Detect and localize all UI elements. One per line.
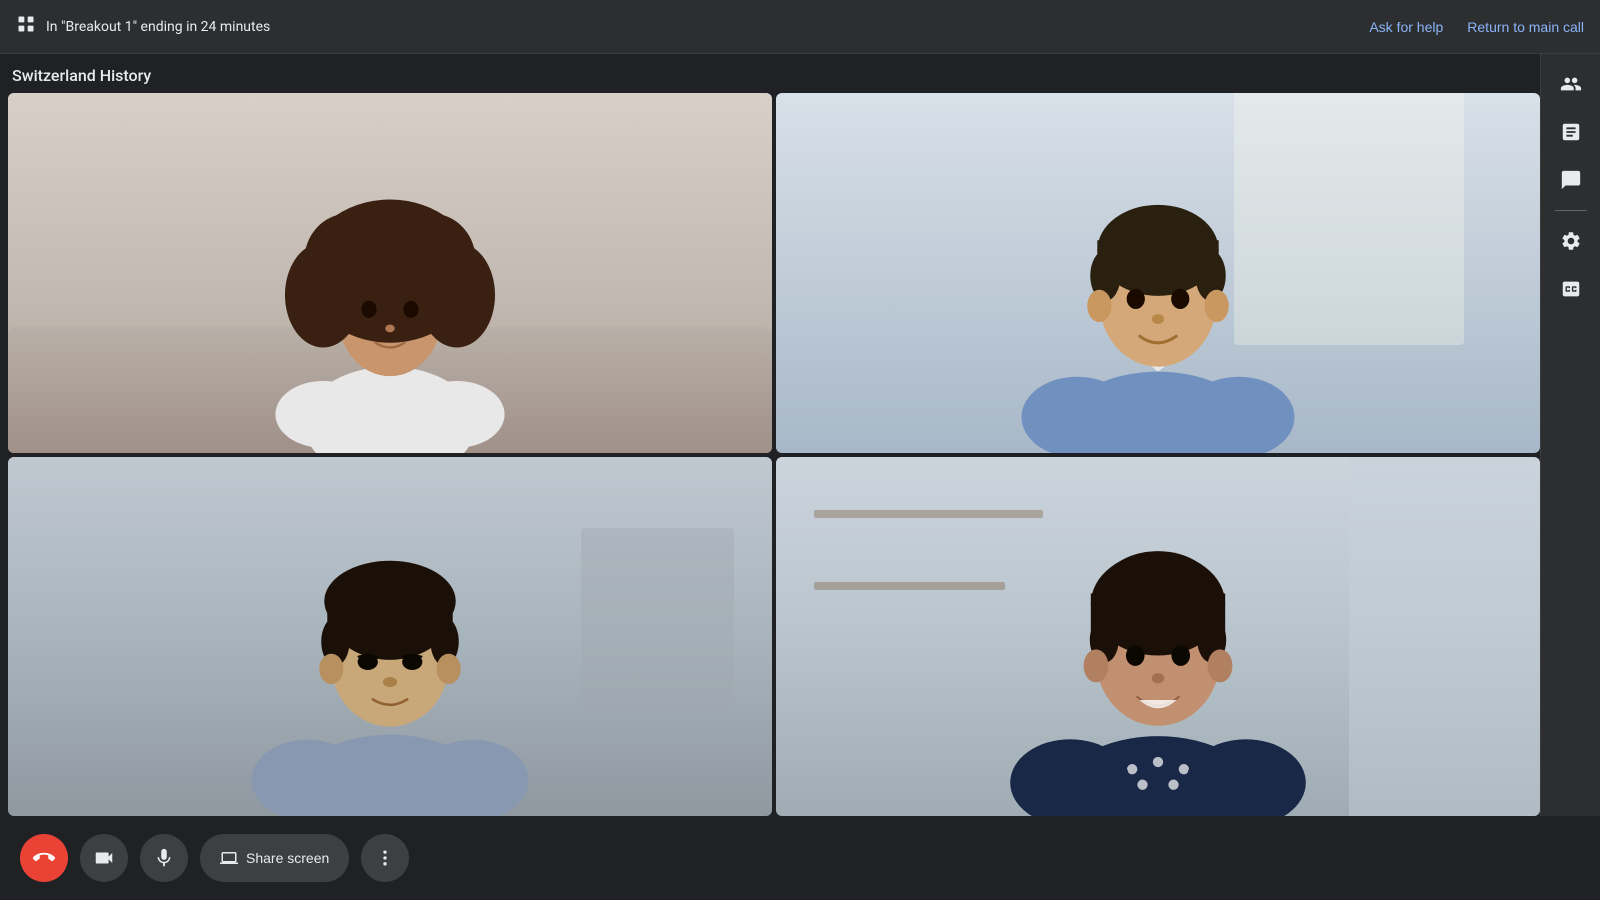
share-screen-button[interactable]: Share screen — [200, 834, 349, 882]
bottom-bar: Share screen — [0, 816, 1600, 900]
share-screen-label: Share screen — [246, 850, 329, 866]
sidebar-divider — [1555, 210, 1587, 211]
meeting-title: Switzerland History — [8, 62, 1540, 93]
top-bar-right: Ask for help Return to main call — [1369, 19, 1584, 35]
participant-tile-4 — [776, 457, 1540, 817]
people-button[interactable] — [1549, 62, 1593, 106]
notes-button[interactable] — [1549, 110, 1593, 154]
end-call-button[interactable] — [20, 834, 68, 882]
camera-toggle-button[interactable] — [80, 834, 128, 882]
ask-for-help-button[interactable]: Ask for help — [1369, 19, 1443, 35]
top-bar: In "Breakout 1" ending in 24 minutes Ask… — [0, 0, 1600, 54]
captions-button[interactable] — [1549, 267, 1593, 311]
settings-button[interactable] — [1549, 219, 1593, 263]
participant-tile-2 — [776, 93, 1540, 453]
chat-button[interactable] — [1549, 158, 1593, 202]
microphone-toggle-button[interactable] — [140, 834, 188, 882]
main-content: Switzerland History — [0, 54, 1600, 816]
right-sidebar — [1540, 54, 1600, 816]
video-grid — [8, 93, 1540, 816]
participant-tile-3 — [8, 457, 772, 817]
breakout-grid-icon — [16, 14, 36, 39]
video-area: Switzerland History — [0, 54, 1540, 816]
more-options-button[interactable] — [361, 834, 409, 882]
return-to-main-button[interactable]: Return to main call — [1467, 19, 1584, 35]
breakout-label: In "Breakout 1" ending in 24 minutes — [46, 19, 270, 35]
top-bar-left: In "Breakout 1" ending in 24 minutes — [16, 14, 1369, 39]
participant-tile-1 — [8, 93, 772, 453]
